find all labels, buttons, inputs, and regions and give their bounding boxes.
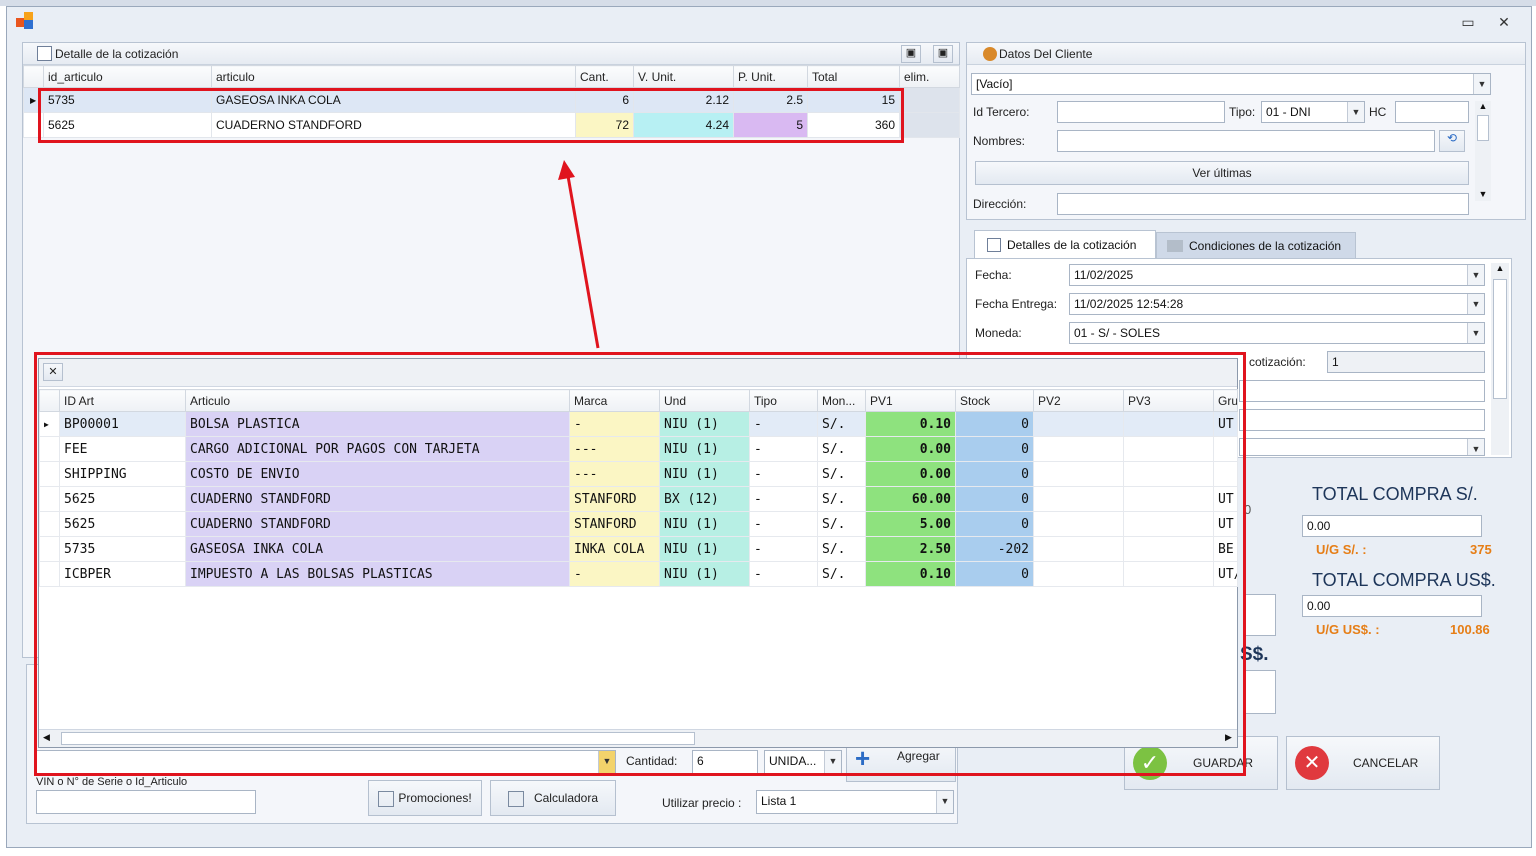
chevron-down-icon[interactable]: ▼ [1467,439,1484,455]
total-soles-text: 0.00 [1307,519,1331,533]
save-layout-icon[interactable]: ▣ [901,45,921,63]
calculator-icon [507,790,524,807]
total-usd-label: TOTAL COMPRA US$. [1312,570,1496,590]
chevron-down-icon[interactable]: ▼ [1467,265,1484,285]
refresh-icon[interactable]: ⟲ [1439,130,1465,152]
delete-row-button[interactable] [899,87,960,113]
ncot-input[interactable]: 1 [1327,351,1485,373]
partial-field-1[interactable] [1244,594,1276,636]
ver-ultimas-button[interactable]: Ver últimas [975,161,1469,185]
detail-panel-title: Detalle de la cotización [23,43,959,65]
annotation-arrow [558,160,600,349]
moneda-select[interactable]: 01 - S/ - SOLES ▼ [1069,322,1485,344]
chevron-down-icon[interactable]: ▼ [1347,102,1364,122]
id-tercero-input[interactable] [1057,101,1225,123]
field-input-b[interactable] [1239,409,1485,431]
gift-icon [378,790,395,807]
ncot-value: 1 [1332,355,1339,369]
close-circle-icon: ✕ [1295,746,1329,780]
total-soles-value: 0.00 [1302,515,1482,537]
calculadora-label: Calculadora [533,791,599,805]
id-tercero-label: Id Tercero: [973,105,1030,119]
cliente-scrollbar[interactable]: ▲ ▼ [1475,101,1491,201]
direccion-input[interactable] [1057,193,1469,215]
field-input-a[interactable] [1239,380,1485,402]
chevron-down-icon[interactable]: ▼ [1467,323,1484,343]
grid-icon [1167,240,1183,252]
delete-row-button[interactable] [899,112,960,138]
entrega-picker[interactable]: 11/02/2025 12:54:28 ▼ [1069,293,1485,315]
cliente-selector[interactable]: [Vacío] ▼ [971,73,1491,95]
document-icon [987,238,1001,252]
calculadora-button[interactable]: Calculadora [490,780,616,816]
detalles-scrollbar[interactable]: ▲ [1491,263,1509,455]
highlight-detail-rows [38,88,904,143]
highlight-popup [34,352,1246,776]
tab-condiciones-label: Condiciones de la cotización [1189,239,1342,253]
utilizar-precio-label: Utilizar precio : [662,796,742,810]
fecha-label: Fecha: [975,268,1012,282]
utilizar-precio-value: Lista 1 [761,794,797,808]
cliente-title-text: Datos Del Cliente [999,47,1093,61]
utilizar-precio-select[interactable]: Lista 1 ▼ [756,790,954,814]
chevron-down-icon[interactable]: ▼ [936,791,953,813]
total-usd-value: 0.00 [1302,595,1482,617]
cliente-selector-value: [Vacío] [976,77,1013,91]
total-soles-label: TOTAL COMPRA S/. [1312,484,1478,504]
tab-condiciones[interactable]: Condiciones de la cotización [1156,232,1356,258]
app-logo-icon [16,12,36,30]
col-total[interactable]: Total [807,65,900,88]
cancelar-label: CANCELAR [1353,756,1419,770]
tipo-select[interactable]: 01 - DNI ▼ [1261,101,1365,123]
tipo-value: 01 - DNI [1266,105,1311,119]
load-layout-icon[interactable]: ▣ [933,45,953,63]
document-icon [37,46,52,61]
minimize-button[interactable]: ▭ [1456,12,1480,32]
vin-input[interactable] [36,790,256,814]
hc-input[interactable] [1395,101,1469,123]
cancelar-button[interactable]: ✕ CANCELAR [1286,736,1440,790]
col-vunit[interactable]: V. Unit. [633,65,734,88]
close-window-button[interactable]: ✕ [1492,12,1516,32]
tipo-label: Tipo: [1229,105,1256,119]
ug-soles-value: 375 [1470,542,1492,557]
tab-detalles-label: Detalles de la cotización [1007,238,1137,252]
cliente-panel-title: Datos Del Cliente [967,43,1525,65]
field-select-c[interactable]: ▼ [1239,438,1485,456]
fecha-picker[interactable]: 11/02/2025 ▼ [1069,264,1485,286]
vin-label: VIN o N° de Serie o Id_Articulo [36,776,188,788]
detail-title-text: Detalle de la cotización [55,47,179,61]
chevron-down-icon[interactable]: ▼ [1467,294,1484,314]
promociones-button[interactable]: Promociones! [368,780,482,816]
ug-usd-value: 100.86 [1450,622,1490,637]
fecha-value: 11/02/2025 [1074,268,1134,282]
ncot-label: cotización: [1249,355,1306,369]
ug-soles-label: U/G S/. : [1316,542,1367,557]
moneda-value: 01 - S/ - SOLES [1074,326,1161,340]
partial-field-2[interactable] [1244,670,1276,714]
col-articulo[interactable]: articulo [211,65,576,88]
cliente-panel: Datos Del Cliente [Vacío] ▼ Id Tercero: … [966,42,1526,220]
user-icon [983,47,997,61]
hc-label: HC [1369,105,1387,119]
entrega-label: Fecha Entrega: [975,297,1058,311]
chevron-down-icon[interactable]: ▼ [1473,74,1490,94]
col-punit[interactable]: P. Unit. [733,65,808,88]
col-id-articulo[interactable]: id_articulo [43,65,212,88]
row-header-col [23,65,44,88]
nombres-label: Nombres: [973,134,1026,148]
tab-detalles[interactable]: Detalles de la cotización [974,230,1156,258]
col-elim[interactable]: elim. [899,65,960,88]
ug-usd-label: U/G US$. : [1316,622,1380,637]
nombres-input[interactable] [1057,130,1435,152]
total-usd-text: 0.00 [1307,599,1331,613]
direccion-label: Dirección: [973,197,1027,211]
entrega-value: 11/02/2025 12:54:28 [1074,297,1184,311]
promociones-label: Promociones! [398,791,472,805]
col-cant[interactable]: Cant. [575,65,634,88]
moneda-label: Moneda: [975,326,1022,340]
